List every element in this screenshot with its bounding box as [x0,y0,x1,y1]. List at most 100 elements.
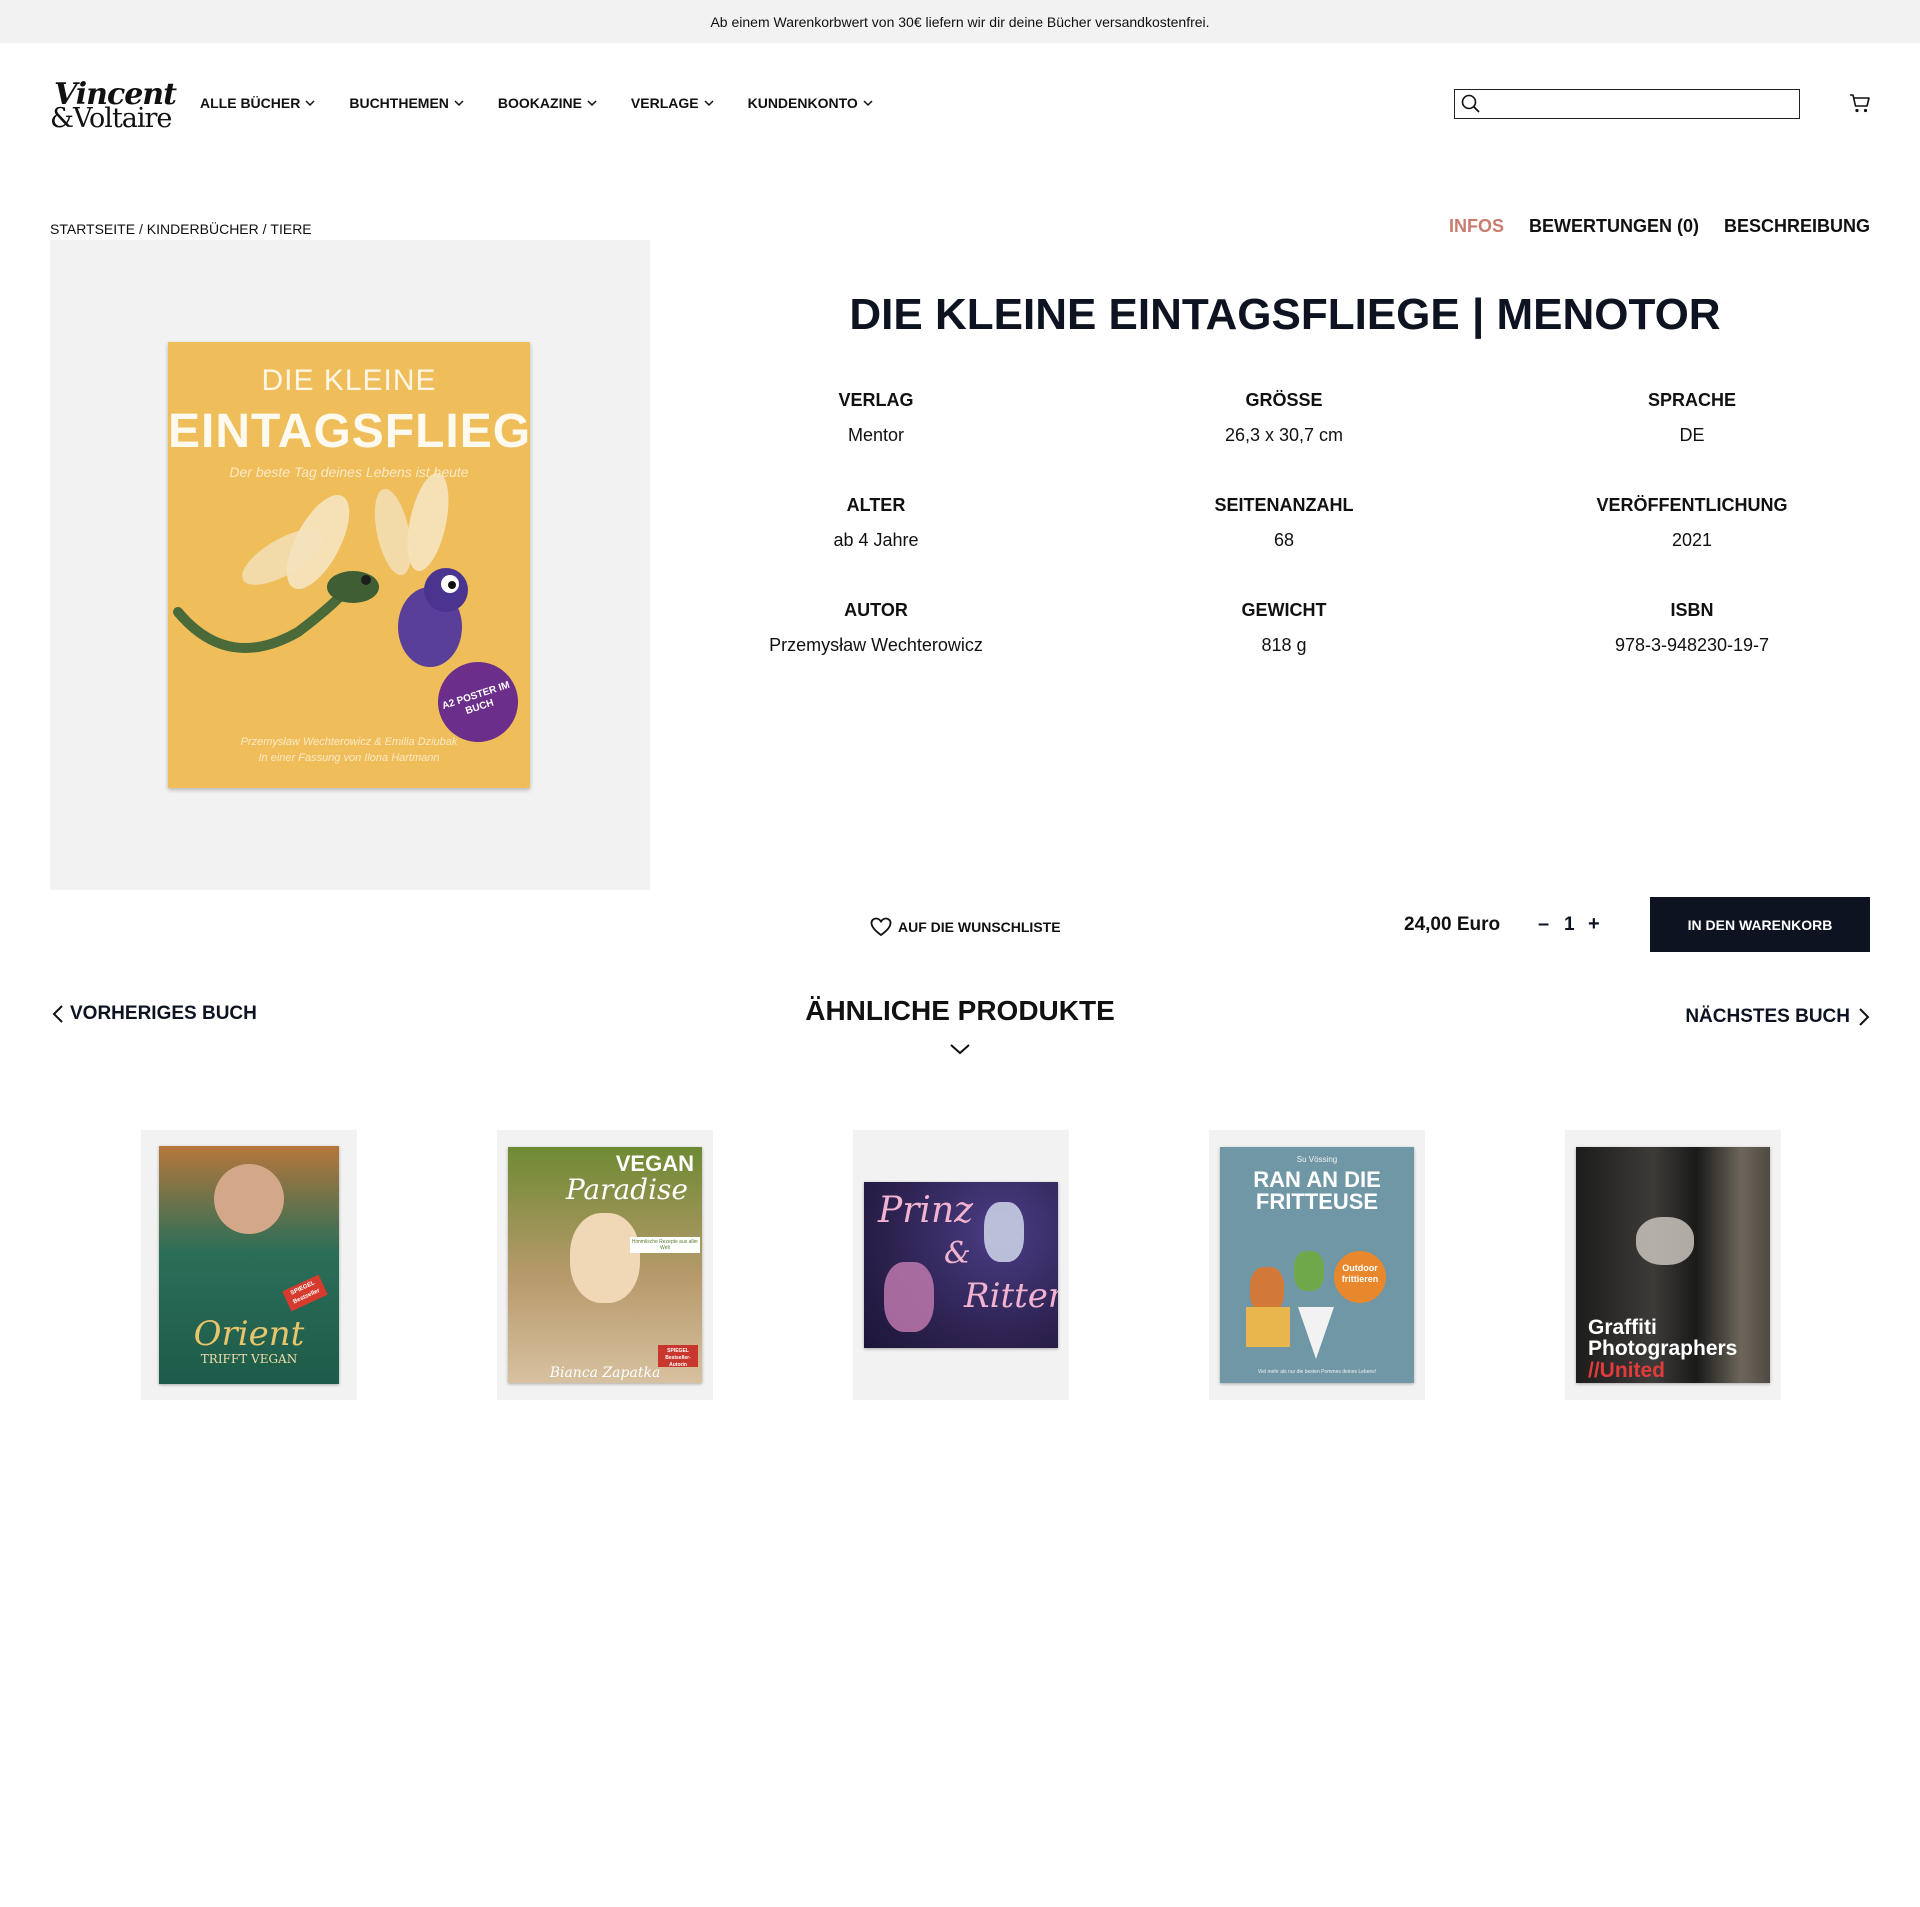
product-title: DIE KLEINE EINTAGSFLIEGE | MENOTOR [849,290,1721,339]
spec-value: 68 [1273,530,1295,550]
cover-title: Graffiti Photographers [1588,1316,1738,1360]
nav-label: BOOKAZINE [497,95,582,111]
cover-subtitle: Paradise [565,1173,688,1206]
chevron-down-icon [454,99,464,106]
spec-value: 818 g [1261,635,1307,655]
next-book-link[interactable]: NÄCHSTES BUCH [1685,1006,1870,1028]
spec-sprache: SPRACHE DE [1542,390,1842,446]
spec-label: AUTOR [844,600,908,620]
spec-value: 2021 [1671,530,1713,550]
nav-item-kundenkonto[interactable]: KUNDENKONTO [748,95,873,111]
breadcrumb-kinderbuecher[interactable]: KINDERBÜCHER [147,221,259,237]
nav-item-buchthemen[interactable]: BUCHTHEMEN [349,95,464,111]
spec-alter: ALTER ab 4 Jahre [726,495,1026,551]
chevron-down-icon [704,99,714,106]
spec-label: ISBN [1670,600,1714,620]
nav-item-bookazine[interactable]: BOOKAZINE [498,95,597,111]
similar-product-card[interactable]: Orient TRIFFT VEGAN SPIEGEL Bestseller [141,1130,357,1400]
breadcrumb: STARTSEITE / KINDERBÜCHER / TIERE [50,221,312,237]
announcement-bar: Ab einem Warenkorbwert von 30€ liefern w… [0,0,1920,43]
next-book-label: NÄCHSTES BUCH [1685,1006,1850,1027]
quantity-value: 1 [1564,914,1575,935]
cover-subtitle: TRIFFT VEGAN [200,1352,298,1366]
nav-label: KUNDENKONTO [747,95,858,111]
spec-value: 26,3 x 30,7 cm [1224,425,1344,445]
cover-subtitle: Ritter [964,1276,1058,1316]
spec-label: ALTER [846,495,906,515]
cover-line-1: DIE KLEINE [261,364,437,397]
chevron-down-icon [305,99,315,106]
heart-icon [870,917,892,937]
product-cover-image: Su Vössing RAN AN DIE FRITTEUSE Outdoor … [1220,1147,1414,1383]
spec-value: 978-3-948230-19-7 [1614,635,1770,655]
spec-verlag: VERLAG Mentor [726,390,1026,446]
spec-label: GEWICHT [1241,600,1327,620]
wishlist-button[interactable]: AUF DIE WUNSCHLISTE [870,917,1061,937]
wishlist-label: AUF DIE WUNSCHLISTE [898,919,1061,935]
bestseller-badge: SPIEGEL Bestseller-Autorin [658,1345,698,1368]
search-icon[interactable] [1461,94,1481,114]
similar-product-card[interactable]: Graffiti Photographers //United [1565,1130,1781,1400]
tab-infos[interactable]: INFOS [1449,216,1504,237]
chevron-down-icon[interactable] [950,1044,970,1056]
tab-beschreibung[interactable]: BESCHREIBUNG [1724,216,1870,237]
product-tabs: INFOS BEWERTUNGEN (0) BESCHREIBUNG [1424,216,1870,237]
cart-icon[interactable] [1848,91,1872,115]
cover-credits-2: In einer Fassung von Ilona Hartmann [258,752,440,764]
product-cover-image: VEGAN Paradise Himmlische Rezepte aus al… [508,1147,702,1383]
quantity-decrease-button[interactable]: – [1538,913,1549,936]
site-header: Vincent &Voltaire ALLE BÜCHER BUCHTHEMEN… [0,43,1920,163]
cover-tagline: Der beste Tag deines Lebens ist heute [229,464,469,480]
spec-value: ab 4 Jahre [833,530,919,550]
search-box [1454,89,1800,119]
tab-bewertungen[interactable]: BEWERTUNGEN (0) [1529,216,1699,237]
similar-product-card[interactable]: VEGAN Paradise Himmlische Rezepte aus al… [497,1130,713,1400]
quantity-increase-button[interactable]: + [1588,913,1600,936]
product-image-panel: DIE KLEINE EINTAGSFLIEGE Der beste Tag d… [50,240,650,890]
spec-label: GRÖSSE [1245,390,1323,410]
cover-footer: Viel mehr als nur die besten Pommes dein… [1257,1369,1377,1375]
nav-label: VERLAGE [630,95,699,111]
nav-label: BUCHTHEMEN [349,95,449,111]
spec-seitenanzahl: SEITENANZAHL 68 [1134,495,1434,551]
similar-product-card[interactable]: Prinz & Ritter [853,1130,1069,1400]
product-cover-image: Graffiti Photographers //United [1576,1147,1770,1383]
breadcrumb-startseite[interactable]: STARTSEITE [50,221,135,237]
cover-author: Su Vössing [1296,1155,1338,1164]
spec-value: DE [1679,425,1705,445]
spec-label: SPRACHE [1647,390,1736,410]
cover-badge: Outdoor frittieren [1334,1251,1386,1303]
breadcrumb-separator: / [258,221,271,237]
logo[interactable]: Vincent &Voltaire [48,77,177,137]
similar-product-card[interactable]: Su Vössing RAN AN DIE FRITTEUSE Outdoor … [1209,1130,1425,1400]
price: 24,00 Euro [1404,914,1501,935]
product-cover-image: DIE KLEINE EINTAGSFLIEGE Der beste Tag d… [168,342,530,788]
search-input[interactable] [1481,91,1799,117]
spec-groesse: GRÖSSE 26,3 x 30,7 cm [1134,390,1434,446]
spec-label: VERÖFFENTLICHUNG [1596,495,1788,515]
cover-title: RAN AN DIE FRITTEUSE [1253,1167,1381,1214]
spec-label: VERLAG [838,390,914,410]
cover-line-2: EINTAGSFLIEGE [168,405,530,458]
cover-ampersand: & [944,1236,971,1271]
cover-title: Orient [193,1314,305,1354]
cover-credits-1: Przemysław Wechterowicz & Emilia Dziubak [240,736,458,748]
cover-note: Himmlische Rezepte aus aller Welt [630,1237,700,1253]
spec-value: Mentor [847,425,905,445]
main-nav: ALLE BÜCHER BUCHTHEMEN BOOKAZINE VERLAGE… [200,95,907,111]
nav-item-verlage[interactable]: VERLAGE [631,95,714,111]
spec-isbn: ISBN 978-3-948230-19-7 [1542,600,1842,656]
breadcrumb-tiere[interactable]: TIERE [270,221,311,237]
cover-credits: Przemysław Wechterowicz & Emilia Dziubak… [168,734,530,766]
nav-item-alle-buecher[interactable]: ALLE BÜCHER [200,95,315,111]
spec-autor: AUTOR Przemysław Wechterowicz [726,600,1026,656]
cover-title: Prinz [878,1190,974,1231]
announcement-text: Ab einem Warenkorbwert von 30€ liefern w… [710,13,1210,30]
cover-subtitle: //United [1588,1359,1665,1382]
chevron-right-icon [1859,1008,1870,1026]
similar-products-heading: ÄHNLICHE PRODUKTE [805,995,1115,1026]
logo-line-2: &Voltaire [50,103,172,134]
spec-gewicht: GEWICHT 818 g [1134,600,1434,656]
add-to-cart-button[interactable]: IN DEN WARENKORB [1650,897,1870,952]
breadcrumb-separator: / [135,221,147,237]
